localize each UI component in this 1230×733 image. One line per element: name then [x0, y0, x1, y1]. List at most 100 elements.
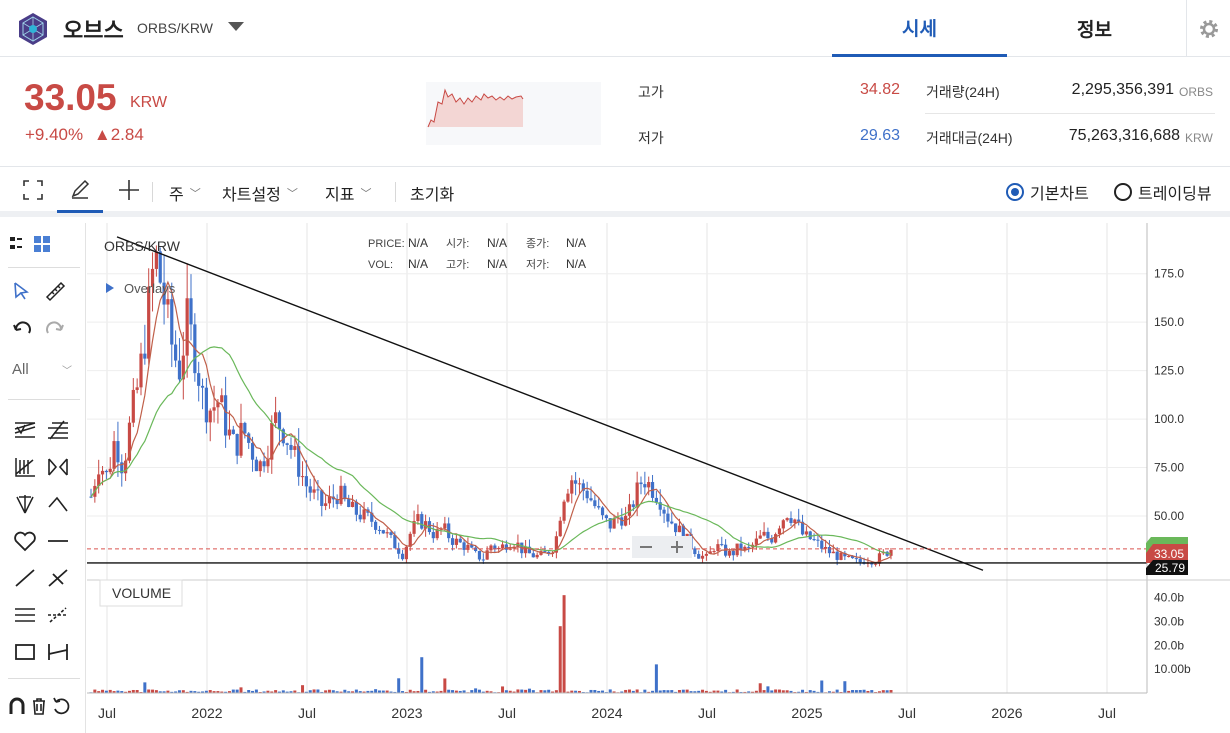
trend-line-icon[interactable] — [10, 565, 40, 591]
candle-body — [300, 476, 305, 478]
x-tick-label: Jul — [298, 705, 316, 721]
volume-label: VOLUME — [112, 585, 171, 601]
gear-icon[interactable] — [1186, 0, 1230, 57]
volume-label: 거래량(24H) — [926, 84, 1000, 100]
current-price: 33.05 — [24, 77, 117, 118]
candle-body — [643, 484, 647, 488]
candle-body — [612, 518, 616, 529]
divider — [152, 182, 153, 202]
cursor-select-icon[interactable] — [7, 278, 37, 304]
tradingview-radio[interactable]: 트레이딩뷰 — [1114, 180, 1212, 204]
bow-tie-icon[interactable] — [43, 454, 73, 480]
triangle-right-icon[interactable] — [106, 283, 114, 293]
ray-line-icon[interactable] — [43, 602, 73, 628]
overlays-toggle[interactable]: Overlays — [124, 281, 176, 296]
redo-icon[interactable] — [40, 316, 70, 342]
candle-body — [597, 506, 601, 508]
volume-bar — [151, 689, 155, 693]
legend-high-value: N/A — [487, 257, 507, 271]
candle-body — [670, 521, 674, 524]
volume-bar — [527, 688, 531, 693]
amount-label: 거래대금(24H) — [926, 130, 1013, 146]
crosshair-icon[interactable] — [118, 179, 140, 201]
legend-low-value: N/A — [566, 257, 586, 271]
reset-view-icon[interactable] — [48, 693, 74, 719]
candle-body — [812, 539, 816, 541]
chart-area[interactable]: Jul 2022 Jul 2023 Jul 2024 Jul 2025 Jul 2026 Jul 17… — [87, 223, 1230, 733]
candle-body — [589, 498, 593, 501]
ruler-icon[interactable] — [40, 278, 70, 304]
fib-retracement-icon[interactable] — [43, 417, 73, 443]
fullscreen-icon[interactable] — [22, 179, 44, 201]
basic-chart-radio[interactable]: 기본차트 — [1006, 180, 1089, 204]
zoom-controls — [632, 536, 692, 558]
volume-tick-label: 10.00b — [1154, 662, 1191, 676]
chart-settings-dropdown[interactable]: 차트설정 ﹀ — [222, 181, 298, 205]
tradingview-label: 트레이딩뷰 — [1138, 186, 1212, 203]
candle-body — [827, 547, 832, 554]
candle-body — [712, 551, 716, 553]
drawing-tools-panel: All ﹀ — [0, 223, 86, 733]
volume-tick-label: 30.0b — [1154, 614, 1184, 628]
y-tick-label: 75.00 — [1154, 461, 1184, 475]
candle-body — [420, 514, 424, 529]
volume-bar — [316, 689, 320, 693]
cross-line-icon[interactable] — [43, 565, 73, 591]
candle-body — [258, 461, 262, 472]
horizontal-line-icon[interactable] — [43, 528, 73, 554]
candle-body — [385, 532, 389, 534]
candle-body — [858, 558, 862, 563]
price-chart[interactable]: Jul 2022 Jul 2023 Jul 2024 Jul 2025 Jul 2026 Jul 17… — [87, 223, 1230, 733]
candle-body — [762, 531, 766, 536]
heart-icon[interactable] — [10, 528, 40, 554]
volume-bar — [147, 689, 151, 693]
rectangle-icon[interactable] — [10, 639, 40, 665]
reset-button[interactable]: 초기화 — [410, 181, 454, 205]
x-tick-label: 2025 — [791, 705, 822, 721]
candle-body — [108, 468, 112, 473]
trend-channel-icon[interactable] — [10, 417, 40, 443]
pitchfork-icon[interactable] — [10, 491, 40, 517]
candle-body — [454, 538, 458, 545]
tab-market[interactable]: 시세 — [832, 0, 1007, 57]
candle-body — [754, 538, 758, 545]
chevron-down-icon: ﹀ — [286, 188, 298, 200]
pencil-icon[interactable] — [57, 167, 103, 213]
chart-settings-label: 차트설정 — [222, 187, 281, 204]
gann-fan-icon[interactable] — [10, 454, 40, 480]
volume-bar — [843, 681, 847, 693]
candle-body — [804, 531, 808, 535]
chevron-down-icon[interactable] — [228, 22, 244, 31]
filter-dropdown[interactable]: All ﹀ — [12, 356, 72, 382]
undo-icon[interactable] — [7, 316, 37, 342]
candle-body — [558, 520, 562, 537]
candle-body — [166, 299, 170, 305]
y-tick-label: 125.0 — [1154, 364, 1184, 378]
indicators-dropdown[interactable]: 지표 ﹀ — [325, 181, 371, 205]
x-tick-label: 2024 — [591, 705, 622, 721]
candle-body — [662, 509, 666, 514]
candle-body — [570, 480, 574, 494]
grid-view-icon[interactable] — [28, 231, 58, 257]
candle-body — [604, 515, 608, 519]
x-tick-label: Jul — [1098, 705, 1116, 721]
candle-body — [785, 518, 789, 521]
zigzag-icon[interactable] — [43, 491, 73, 517]
interval-label: 주 — [169, 187, 184, 204]
candle-body — [766, 531, 770, 539]
tab-info[interactable]: 정보 — [1007, 0, 1182, 57]
parallel-lines-icon[interactable] — [10, 602, 40, 628]
chart-legend: ORBS/KRW Overlays PRICE: N/A 시가: N/A 종가:… — [104, 236, 586, 296]
interval-dropdown[interactable]: 주 ﹀ — [169, 181, 201, 205]
chart-toolbar: 주 ﹀ 차트설정 ﹀ 지표 ﹀ 초기화 기본차트 트레이딩뷰 — [0, 167, 1230, 217]
stat-divider — [925, 113, 1215, 114]
price-range-icon[interactable] — [43, 639, 73, 665]
candle-body — [327, 496, 332, 504]
candle-body — [204, 387, 208, 423]
candle-body — [158, 251, 162, 283]
filter-label: All — [12, 360, 29, 378]
candle-body — [227, 429, 232, 436]
candle-body — [639, 482, 643, 485]
candle-body — [189, 298, 193, 325]
candle-body — [262, 461, 266, 467]
